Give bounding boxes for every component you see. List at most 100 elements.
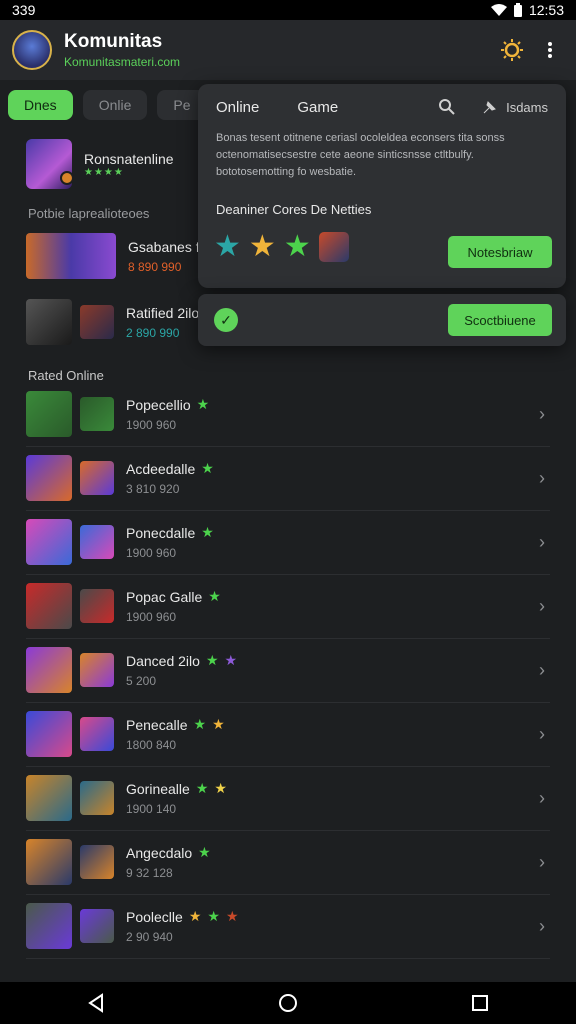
row-thumbnail [26, 299, 72, 345]
row-thumbnail-secondary [80, 781, 114, 815]
star-icon: ★ [188, 908, 202, 924]
chevron-right-icon[interactable]: › [528, 404, 556, 425]
brightness-button[interactable] [498, 36, 526, 64]
star-icon: ★ [205, 652, 219, 668]
app-bar: Komunitas Komunitasmateri.com [0, 20, 576, 80]
row-thumbnail-secondary [80, 589, 114, 623]
popup-secondary-button[interactable]: Scoctbiuene [448, 304, 552, 336]
row-sub: 2 90 940 [126, 930, 173, 944]
popup-right-action[interactable]: Isdams [482, 99, 548, 115]
list-item[interactable]: Popecellio ★ 1900 960 › [0, 382, 576, 446]
star-icon: ★ [224, 652, 238, 668]
divider [26, 958, 550, 959]
star-icon: ★ [193, 716, 207, 732]
row-sub: 1900 960 [126, 610, 177, 624]
recents-icon [472, 995, 488, 1011]
chevron-right-icon[interactable]: › [528, 660, 556, 681]
star-icon: ★ [207, 908, 220, 924]
featured-name: Ronsnatenline [84, 150, 174, 167]
navigation-bar [0, 982, 576, 1024]
list-item[interactable]: Danced 2ilo ★ ★ 5 200 › [0, 638, 576, 702]
featured-rating: ★★★★ [84, 166, 124, 178]
app-title: Komunitas [64, 31, 163, 52]
row-thumbnail-secondary [80, 397, 114, 431]
chevron-right-icon[interactable]: › [528, 788, 556, 809]
featured-item[interactable]: Ronsnatenline ★★★★ [26, 138, 196, 190]
list-item[interactable]: Penecalle ★ ★ 1800 840 › [0, 702, 576, 766]
star-icon: ★ [198, 844, 211, 860]
chevron-right-icon[interactable]: › [528, 532, 556, 553]
more-menu-button[interactable] [536, 36, 564, 64]
row-sub: 1900 140 [126, 802, 177, 816]
chevron-right-icon[interactable]: › [528, 852, 556, 873]
popup-tab-online[interactable]: Online [216, 99, 259, 116]
row-name: Ponecdalle [126, 524, 196, 541]
chevron-right-icon[interactable]: › [528, 724, 556, 745]
row-thumbnail-secondary [80, 845, 114, 879]
row-thumbnail [26, 583, 72, 629]
chevron-right-icon[interactable]: › [528, 916, 556, 937]
popup-bar: ✓ Scoctbiuene [198, 294, 566, 346]
row-thumbnail-secondary [80, 305, 114, 339]
status-left-text: 339 [12, 2, 36, 18]
row-thumbnail [26, 903, 72, 949]
row-thumbnail [26, 391, 72, 437]
row-thumbnail [26, 775, 72, 821]
home-icon [279, 994, 297, 1012]
popup-label: Deaniner Cores De Netties [216, 202, 372, 217]
featured-badge-icon [60, 171, 74, 185]
chip-0[interactable]: Dnes [8, 90, 73, 120]
check-icon: ✓ [214, 308, 238, 332]
row-thumbnail-secondary [80, 653, 114, 687]
row-sub: 9 32 128 [126, 866, 173, 880]
list-item[interactable]: Angecdalo ★ 9 32 128 › [0, 830, 576, 894]
more-vert-icon [548, 42, 552, 58]
search-icon[interactable] [438, 98, 456, 116]
star-icon: ★ [283, 230, 311, 263]
row-sub: 3 810 920 [126, 482, 180, 496]
list-item[interactable]: Gorinealle ★ ★ 1900 140 › [0, 766, 576, 830]
popup-stars: ★ ★ ★ [214, 232, 349, 262]
recents-button[interactable] [460, 983, 500, 1023]
list-item[interactable]: Pooleclle ★ ★ ★ 2 90 940 › [0, 894, 576, 958]
row-thumbnail [26, 233, 116, 279]
chip-1[interactable]: Onlie [82, 90, 148, 120]
avatar[interactable] [12, 30, 52, 70]
popup-right-label: Isdams [506, 99, 548, 115]
row-thumbnail [26, 711, 72, 757]
star-icon: ★ [248, 230, 276, 263]
row-thumbnail-secondary [80, 909, 114, 943]
popup-primary-button[interactable]: Notesbriaw [448, 236, 552, 268]
row-name: Acdeedalle [126, 460, 196, 477]
status-time: 12:53 [528, 2, 564, 18]
star-icon: ★ [201, 524, 214, 540]
star-icon: ★ [225, 908, 239, 924]
wifi-icon [490, 4, 507, 16]
row-name: Gorinealle [126, 780, 190, 797]
row-thumbnail [26, 519, 72, 565]
chevron-right-icon[interactable]: › [528, 596, 556, 617]
row-name: Pooleclle [126, 908, 183, 925]
sun-icon [501, 39, 523, 61]
list-item[interactable]: Ponecdalle ★ 1900 960 › [0, 510, 576, 574]
back-icon [88, 993, 103, 1013]
chevron-right-icon[interactable]: › [528, 468, 556, 489]
back-button[interactable] [76, 983, 116, 1023]
star-icon: ★ [196, 396, 210, 412]
row-sub: 5 200 [126, 674, 157, 688]
home-button[interactable] [268, 983, 308, 1023]
star-icon: ★ [195, 780, 209, 796]
pin-icon [483, 101, 497, 114]
status-bar: 339 12:53 [0, 0, 576, 20]
star-icon: ★ [214, 780, 227, 796]
row-thumbnail [26, 839, 72, 885]
list-item[interactable]: Popac Galle ★ 1900 960 › [0, 574, 576, 638]
star-icon: ★ [212, 716, 225, 732]
app-subtitle: Komunitasmateri.com [64, 55, 181, 69]
popup-tab-game[interactable]: Game [297, 99, 338, 116]
section-title-top: Potbie laprealioteoes [28, 206, 150, 221]
list-item[interactable]: Acdeedalle ★ 3 810 920 › [0, 446, 576, 510]
row-sub: 1900 960 [126, 418, 177, 432]
row-sub: 1900 960 [126, 546, 177, 560]
star-icon: ★ [201, 460, 214, 476]
